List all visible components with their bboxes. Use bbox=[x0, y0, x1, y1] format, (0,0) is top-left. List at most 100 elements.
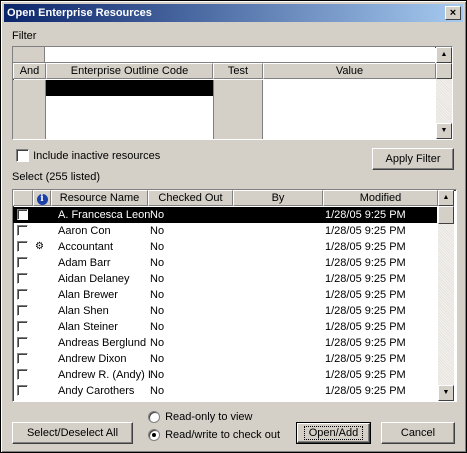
checked-out-cell: No bbox=[150, 337, 165, 349]
resource-name-cell: Aidan Delaney bbox=[58, 273, 130, 285]
checked-out-cell: No bbox=[150, 241, 165, 253]
mode-option-read-write[interactable]: Read/write to check out bbox=[148, 429, 280, 442]
filter-col-value[interactable]: Value bbox=[263, 63, 436, 79]
open-add-button[interactable]: Open/Add bbox=[296, 422, 371, 444]
col-modified[interactable]: Modified bbox=[323, 190, 438, 206]
scroll-up-icon[interactable]: ▲ bbox=[438, 190, 454, 206]
row-checkbox[interactable] bbox=[17, 369, 28, 380]
col-info-header[interactable]: i bbox=[33, 190, 51, 206]
read-only-radio[interactable] bbox=[148, 411, 160, 424]
generic-resource-icon: ⚙ bbox=[35, 241, 44, 252]
checked-out-cell: No bbox=[150, 305, 165, 317]
select-deselect-all-button[interactable]: Select/Deselect All bbox=[12, 422, 133, 444]
modified-cell: 1/28/05 9:25 PM bbox=[325, 241, 406, 253]
resource-list[interactable]: i Resource Name Checked Out By Modified … bbox=[12, 189, 457, 402]
col-by[interactable]: By bbox=[233, 190, 323, 206]
include-inactive-option[interactable]: Include inactive resources bbox=[16, 149, 160, 162]
row-checkbox[interactable] bbox=[17, 337, 28, 348]
table-row[interactable]: Alan Shen No 1/28/05 9:25 PM bbox=[13, 303, 437, 319]
scroll-thumb[interactable] bbox=[438, 206, 454, 224]
resource-name-cell: A. Francesca Leon bbox=[58, 209, 151, 221]
table-row[interactable]: Andy Carothers No 1/28/05 9:25 PM bbox=[13, 383, 437, 399]
resource-name-cell: Andrew Dixon bbox=[58, 353, 127, 365]
checked-out-cell: No bbox=[150, 353, 165, 365]
resource-scrollbar[interactable]: ▲ ▼ bbox=[438, 190, 454, 401]
checked-out-cell: No bbox=[150, 273, 165, 285]
table-row[interactable]: Aaron Con No 1/28/05 9:25 PM bbox=[13, 223, 437, 239]
include-inactive-checkbox[interactable] bbox=[16, 149, 29, 162]
modified-cell: 1/28/05 9:25 PM bbox=[325, 209, 406, 221]
table-row[interactable]: ⚙ Accountant No 1/28/05 9:25 PM bbox=[13, 239, 437, 255]
table-row[interactable]: Andrew Dixon No 1/28/05 9:25 PM bbox=[13, 351, 437, 367]
modified-cell: 1/28/05 9:25 PM bbox=[325, 305, 406, 317]
table-row[interactable]: Aidan Delaney No 1/28/05 9:25 PM bbox=[13, 271, 437, 287]
table-row[interactable]: Andrew R. (Andy) I No 1/28/05 9:25 PM bbox=[13, 367, 437, 383]
resource-name-cell: Aaron Con bbox=[58, 225, 111, 237]
apply-filter-button[interactable]: Apply Filter bbox=[372, 148, 454, 170]
resource-name-cell: Andreas Berglund bbox=[58, 337, 147, 349]
scroll-down-icon[interactable]: ▼ bbox=[436, 123, 452, 139]
read-only-label: Read-only to view bbox=[165, 411, 253, 424]
row-checkbox[interactable] bbox=[17, 257, 28, 268]
filter-active-cell[interactable] bbox=[46, 80, 213, 96]
col-resource-name[interactable]: Resource Name bbox=[51, 190, 148, 206]
select-label: Select (255 listed) bbox=[12, 171, 101, 183]
checked-out-cell: No bbox=[150, 209, 165, 221]
scroll-down-icon[interactable]: ▼ bbox=[438, 385, 454, 401]
col-checkbox-header[interactable] bbox=[13, 190, 33, 206]
checked-out-cell: No bbox=[150, 385, 165, 397]
filter-scrollbar[interactable]: ▲ ▼ bbox=[436, 47, 452, 139]
row-checkbox[interactable] bbox=[17, 385, 28, 396]
resource-name-cell: Accountant bbox=[58, 241, 114, 253]
row-checkbox[interactable] bbox=[17, 305, 28, 316]
modified-cell: 1/28/05 9:25 PM bbox=[325, 353, 406, 365]
checked-out-cell: No bbox=[150, 225, 165, 237]
resource-name-cell: Adam Barr bbox=[58, 257, 111, 269]
row-checkbox[interactable] bbox=[17, 225, 28, 236]
row-checkbox[interactable] bbox=[17, 209, 28, 220]
resource-list-header: i Resource Name Checked Out By Modified bbox=[13, 190, 438, 207]
filter-and-column bbox=[13, 80, 46, 139]
info-icon: i bbox=[36, 194, 48, 205]
checked-out-cell: No bbox=[150, 369, 165, 381]
row-checkbox[interactable] bbox=[17, 289, 28, 300]
filter-corner bbox=[13, 47, 45, 63]
modified-cell: 1/28/05 9:25 PM bbox=[325, 369, 406, 381]
close-icon[interactable]: × bbox=[445, 6, 461, 20]
resource-name-cell: Andrew R. (Andy) I bbox=[58, 369, 151, 381]
table-row[interactable]: Adam Barr No 1/28/05 9:25 PM bbox=[13, 255, 437, 271]
checked-out-cell: No bbox=[150, 321, 165, 333]
open-add-label: Open/Add bbox=[303, 426, 364, 440]
modified-cell: 1/28/05 9:25 PM bbox=[325, 289, 406, 301]
table-row[interactable]: Alan Brewer No 1/28/05 9:25 PM bbox=[13, 287, 437, 303]
row-checkbox[interactable] bbox=[17, 353, 28, 364]
resource-name-cell: Alan Steiner bbox=[58, 321, 118, 333]
filter-col-test[interactable]: Test bbox=[213, 63, 263, 79]
filter-grid[interactable]: And Enterprise Outline Code Test Value ▲… bbox=[12, 46, 453, 140]
modified-cell: 1/28/05 9:25 PM bbox=[325, 225, 406, 237]
checked-out-cell: No bbox=[150, 257, 165, 269]
filter-edit-line[interactable] bbox=[45, 47, 435, 63]
table-row[interactable]: Andreas Berglund No 1/28/05 9:25 PM bbox=[13, 335, 437, 351]
filter-col-outline-code[interactable]: Enterprise Outline Code bbox=[46, 63, 213, 79]
table-row[interactable]: Alan Steiner No 1/28/05 9:25 PM bbox=[13, 319, 437, 335]
cancel-button[interactable]: Cancel bbox=[381, 422, 455, 444]
modified-cell: 1/28/05 9:25 PM bbox=[325, 273, 406, 285]
title-bar: Open Enterprise Resources × bbox=[4, 4, 463, 22]
table-row[interactable]: A. Francesca Leon No 1/28/05 9:25 PM bbox=[13, 207, 437, 223]
scroll-thumb[interactable] bbox=[436, 63, 452, 79]
scroll-up-icon[interactable]: ▲ bbox=[436, 47, 452, 63]
open-enterprise-resources-dialog: Open Enterprise Resources × Filter And E… bbox=[0, 0, 467, 453]
window-title: Open Enterprise Resources bbox=[7, 7, 152, 19]
mode-option-read-only[interactable]: Read-only to view bbox=[148, 411, 253, 424]
row-checkbox[interactable] bbox=[17, 241, 28, 252]
modified-cell: 1/28/05 9:25 PM bbox=[325, 385, 406, 397]
row-checkbox[interactable] bbox=[17, 321, 28, 332]
resource-name-cell: Alan Shen bbox=[58, 305, 109, 317]
row-checkbox[interactable] bbox=[17, 273, 28, 284]
filter-col-and[interactable]: And bbox=[13, 63, 46, 79]
filter-test-column[interactable] bbox=[213, 80, 263, 139]
col-checked-out[interactable]: Checked Out bbox=[148, 190, 233, 206]
include-inactive-label: Include inactive resources bbox=[33, 149, 161, 162]
read-write-radio[interactable] bbox=[148, 429, 160, 442]
